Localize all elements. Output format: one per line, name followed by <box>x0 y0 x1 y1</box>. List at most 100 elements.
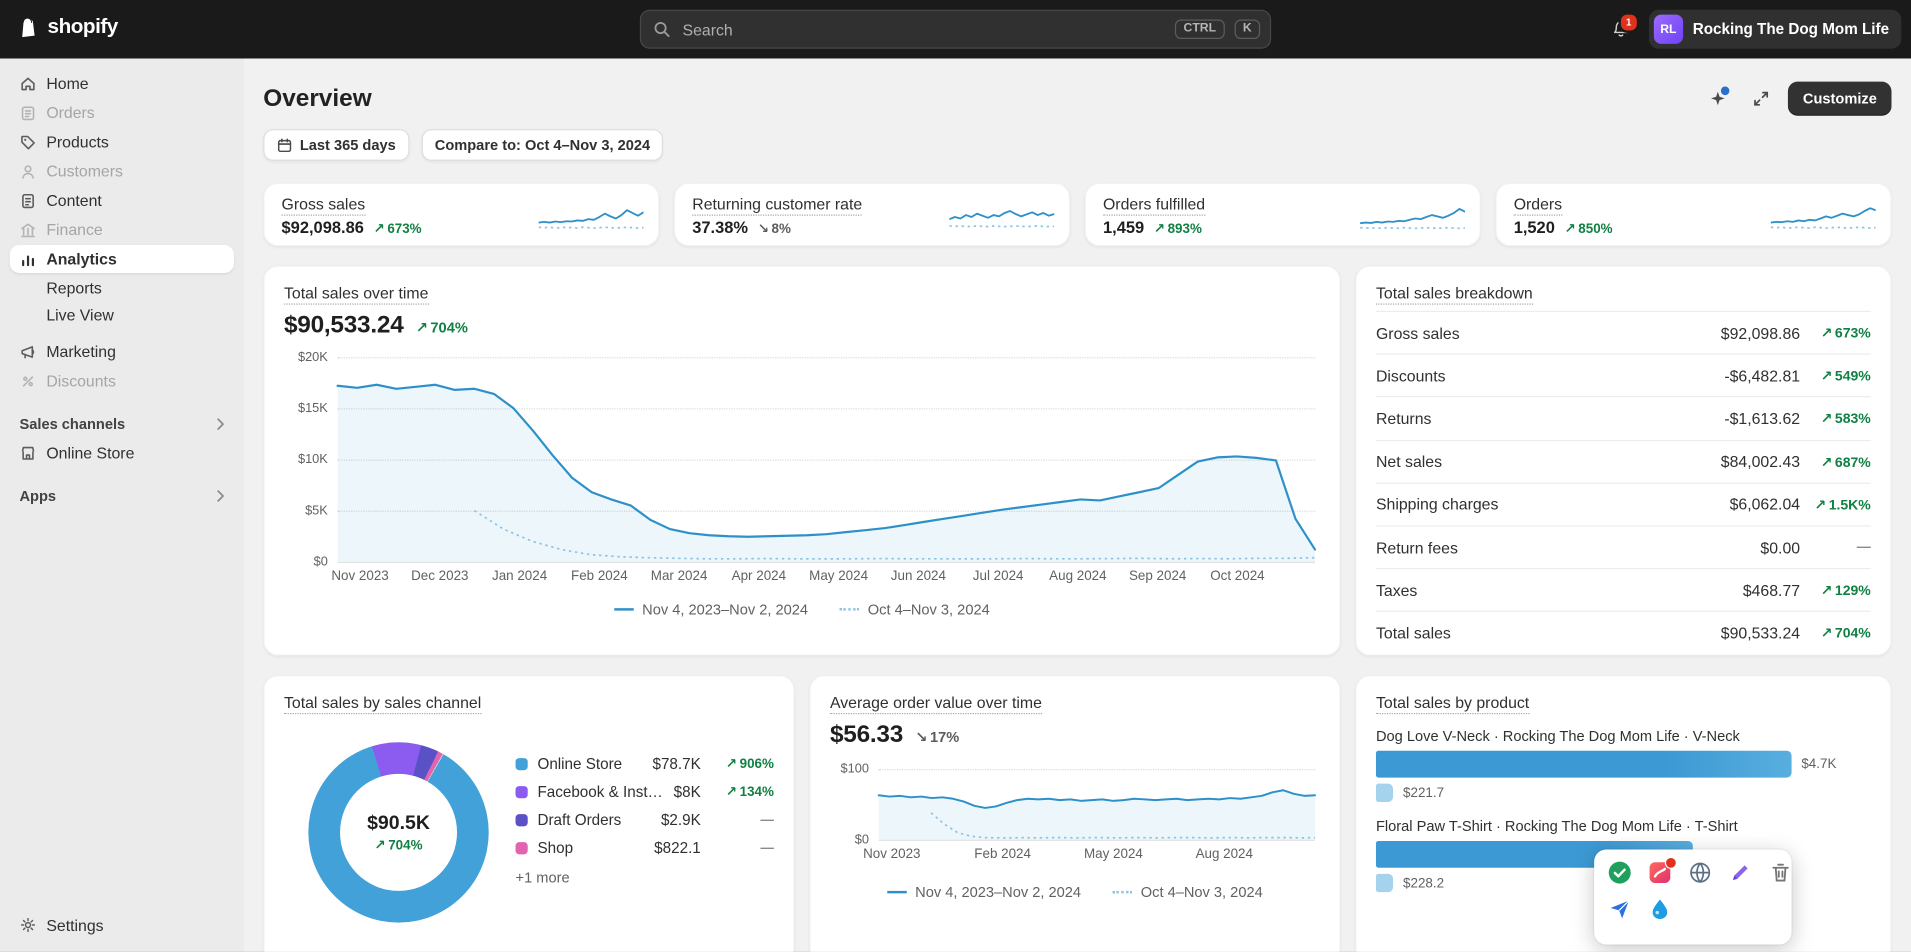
page-header: Overview Customize <box>263 80 1891 117</box>
orders-icon <box>20 104 37 121</box>
apps-header[interactable]: Apps <box>10 484 234 508</box>
expand-button[interactable] <box>1744 82 1778 116</box>
channel-legend-row[interactable]: Draft Orders$2.9K— <box>516 806 774 834</box>
sidebar-item-customers[interactable]: Customers <box>10 157 234 185</box>
breakdown-title: Total sales breakdown <box>1356 267 1890 311</box>
metric-card-returning-rate[interactable]: Returning customer rate 37.38% 8% <box>674 183 1070 246</box>
topbar: shopify CTRL K 1 RL Rocking The Dog Mom … <box>0 0 1911 59</box>
breakdown-row[interactable]: Shipping charges$6,062.041.5K% <box>1376 482 1871 525</box>
sidebar-item-home[interactable]: Home <box>10 69 234 97</box>
more-channels-link[interactable]: +1 more <box>516 869 774 886</box>
legend-label: Oct 4–Nov 3, 2024 <box>1141 884 1263 901</box>
chart-value: $90,533.24 <box>284 312 404 340</box>
legend-swatch <box>516 814 528 826</box>
pen-icon[interactable] <box>1728 860 1752 884</box>
customize-button[interactable]: Customize <box>1788 82 1891 116</box>
date-range-picker[interactable]: Last 365 days <box>263 129 409 161</box>
calendar-icon <box>277 137 293 153</box>
shopify-logo[interactable]: shopify <box>17 15 118 39</box>
discounts-icon <box>20 372 37 389</box>
compare-picker[interactable]: Compare to: Oct 4–Nov 3, 2024 <box>421 129 663 161</box>
legend-line-current <box>887 891 907 893</box>
sidebar-item-live-view[interactable]: Live View <box>10 301 234 328</box>
sidebar-item-settings[interactable]: Settings <box>10 910 234 939</box>
sidebar: Home Orders Products Customers Content F… <box>0 59 244 952</box>
channel-legend: Online Store$78.7K906% Facebook & Instag… <box>516 750 774 887</box>
x-axis-tick: Jul 2024 <box>973 569 1024 584</box>
sidebar-item-products[interactable]: Products <box>10 128 234 156</box>
analytics-icon <box>20 250 37 267</box>
sidebar-item-online-store[interactable]: Online Store <box>10 439 234 467</box>
metric-card-gross-sales[interactable]: Gross sales $92,098.86 673% <box>263 183 659 246</box>
x-axis-tick: Sep 2024 <box>1129 569 1186 584</box>
channel-donut: $90.5K 704% <box>308 742 488 922</box>
metric-card-orders[interactable]: Orders 1,520 850% <box>1495 183 1891 246</box>
check-icon[interactable] <box>1608 860 1632 884</box>
marketing-icon <box>20 343 37 360</box>
sales-channels-label: Sales channels <box>20 416 126 433</box>
x-axis-tick: Apr 2024 <box>732 569 786 584</box>
sparkline-chart <box>1771 199 1876 233</box>
breakdown-row[interactable]: Returns-$1,613.62583% <box>1376 397 1871 440</box>
breakdown-row[interactable]: Taxes$468.77129% <box>1376 568 1871 611</box>
y-axis-tick: $15K <box>284 401 328 416</box>
product-card-title: Total sales by product <box>1376 693 1871 711</box>
finance-icon <box>20 221 37 238</box>
insights-button[interactable] <box>1701 82 1735 116</box>
legend-line-compare <box>1113 891 1133 893</box>
aov-title: Average order value over time <box>830 693 1320 711</box>
sidebar-subitem-label: Reports <box>46 278 101 296</box>
y-axis-tick: $20K <box>284 350 328 365</box>
breakdown-row[interactable]: Gross sales$92,098.86673% <box>1376 311 1871 354</box>
sidebar-item-label: Products <box>46 133 109 151</box>
chart-change: 704% <box>416 319 468 336</box>
chevron-right-icon <box>217 490 224 502</box>
sidebar-item-reports[interactable]: Reports <box>10 274 234 301</box>
breakdown-row[interactable]: Discounts-$6,482.81549% <box>1376 354 1871 397</box>
logo-icon[interactable] <box>1648 860 1672 884</box>
channel-legend-row[interactable]: Shop$822.1— <box>516 834 774 862</box>
sidebar-item-analytics[interactable]: Analytics <box>10 245 234 273</box>
metric-value: $92,098.86 <box>282 218 364 236</box>
notifications-button[interactable]: 1 <box>1603 11 1640 48</box>
y-axis-tick: $100 <box>830 762 869 777</box>
breakdown-row[interactable]: Net sales$84,002.43687% <box>1376 439 1871 482</box>
product-compare-bar <box>1376 874 1393 892</box>
y-axis-tick: $0 <box>284 555 328 570</box>
line-chart: $20K $15K $10K $5K $0 <box>284 357 1320 562</box>
metric-cards-row: Gross sales $92,098.86 673% Returning cu… <box>263 183 1891 246</box>
sidebar-item-content[interactable]: Content <box>10 186 234 214</box>
sales-channels-header[interactable]: Sales channels <box>10 412 234 436</box>
k-key-badge: K <box>1234 20 1260 40</box>
x-axis-tick: Jan 2024 <box>492 569 547 584</box>
channel-legend-row[interactable]: Online Store$78.7K906% <box>516 750 774 778</box>
globe-icon[interactable] <box>1688 860 1712 884</box>
breakdown-row[interactable]: Total sales$90,533.24704% <box>1376 611 1871 654</box>
metric-card-orders-fulfilled[interactable]: Orders fulfilled 1,459 893% <box>1085 183 1481 246</box>
trash-icon[interactable] <box>1768 860 1792 884</box>
sidebar-item-label: Marketing <box>46 342 116 360</box>
x-axis-tick: Feb 2024 <box>571 569 628 584</box>
x-axis-tick: Aug 2024 <box>1049 569 1106 584</box>
aov-change: 17% <box>915 729 959 746</box>
sidebar-item-orders[interactable]: Orders <box>10 99 234 127</box>
global-search[interactable]: CTRL K <box>640 10 1271 49</box>
x-axis-tick: Oct 2024 <box>1210 569 1264 584</box>
product-bar <box>1376 751 1792 778</box>
search-input[interactable] <box>680 19 1165 40</box>
x-axis-tick: Jun 2024 <box>891 569 946 584</box>
sidebar-item-marketing[interactable]: Marketing <box>10 338 234 366</box>
store-avatar: RL <box>1654 15 1683 44</box>
breakdown-row[interactable]: Return fees$0.00— <box>1376 525 1871 568</box>
sidebar-item-discounts[interactable]: Discounts <box>10 367 234 395</box>
sales-by-channel-card: Total sales by sales channel $90.5K 704%… <box>263 675 794 952</box>
sidebar-item-finance[interactable]: Finance <box>10 216 234 244</box>
droplet-icon[interactable] <box>1648 897 1672 921</box>
y-axis-tick: $5K <box>284 503 328 518</box>
send-icon[interactable] <box>1608 897 1632 921</box>
sidebar-nav: Home Orders Products Customers Content F… <box>0 69 244 508</box>
store-menu-button[interactable]: RL Rocking The Dog Mom Life <box>1649 10 1901 49</box>
products-icon <box>20 133 37 150</box>
channel-legend-row[interactable]: Facebook & Instagram$8K134% <box>516 778 774 806</box>
chevron-right-icon <box>217 418 224 430</box>
